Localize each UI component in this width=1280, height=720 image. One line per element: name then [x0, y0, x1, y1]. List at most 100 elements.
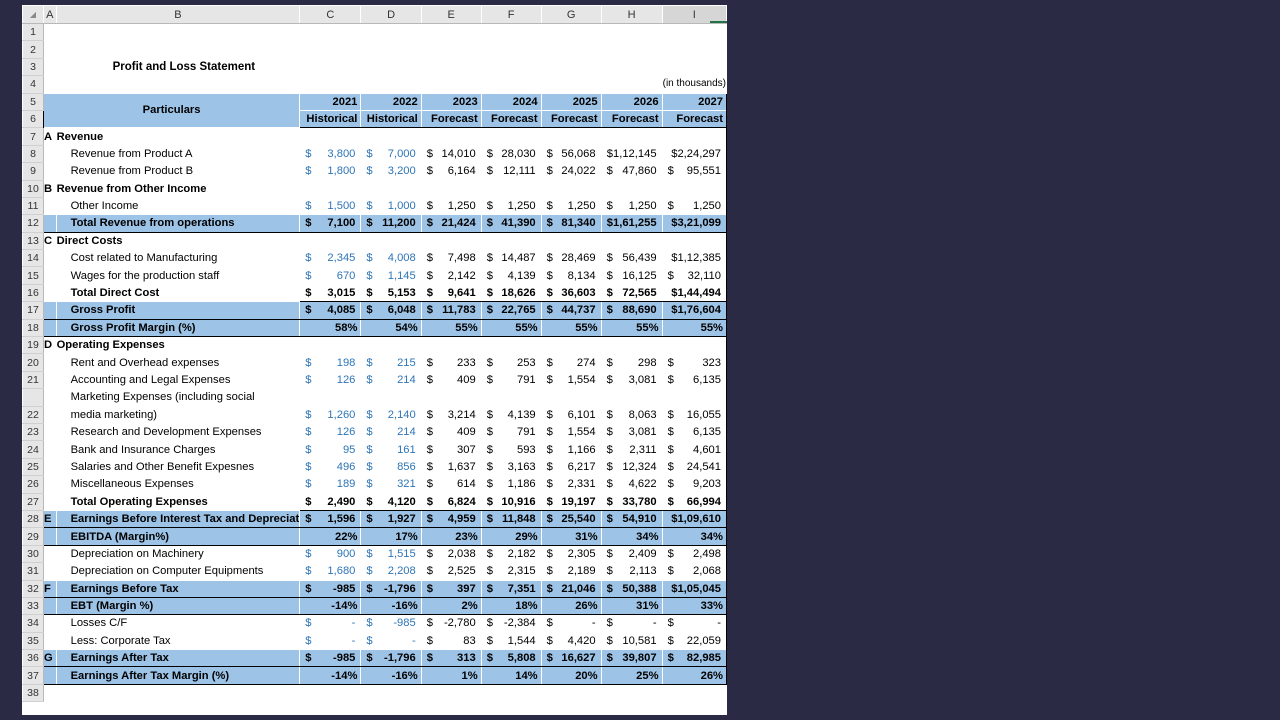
value-cell[interactable]: $44,737: [540, 301, 602, 320]
value-cell[interactable]: $10,581: [600, 632, 663, 650]
cell[interactable]: [541, 58, 601, 75]
row-header[interactable]: 27: [22, 493, 44, 511]
value-cell[interactable]: $2,068: [661, 562, 727, 580]
value-cell[interactable]: -16%: [360, 666, 422, 685]
value-cell[interactable]: $1,250: [420, 197, 482, 215]
value-cell[interactable]: $95: [299, 440, 361, 459]
column-header-e[interactable]: E: [421, 5, 482, 24]
value-cell[interactable]: $397: [420, 579, 482, 598]
cell[interactable]: [662, 58, 726, 75]
row-header[interactable]: 38: [22, 684, 44, 703]
value-cell[interactable]: $ -985: [299, 649, 361, 668]
value-cell[interactable]: $161: [360, 440, 422, 459]
value-cell[interactable]: 14%: [480, 666, 542, 685]
value-cell[interactable]: $2,142: [420, 266, 482, 285]
cell[interactable]: [601, 76, 662, 93]
value-cell[interactable]: [420, 232, 482, 250]
value-cell[interactable]: $12,324: [600, 458, 663, 476]
value-cell[interactable]: $2,315: [480, 562, 542, 580]
column-header-g[interactable]: G: [541, 5, 602, 24]
value-cell[interactable]: 34%: [661, 527, 727, 546]
value-cell[interactable]: $ -1,796: [360, 579, 422, 598]
value-cell[interactable]: $2,311: [600, 440, 663, 459]
row-header[interactable]: 19: [22, 336, 44, 355]
value-cell[interactable]: 25%: [600, 666, 663, 685]
value-cell[interactable]: $ -: [299, 614, 361, 633]
value-cell[interactable]: [481, 684, 541, 701]
value-cell[interactable]: $1,260: [299, 406, 361, 424]
value-cell[interactable]: 23%: [420, 527, 482, 546]
value-cell[interactable]: $1,250: [661, 197, 727, 215]
value-cell[interactable]: $21,046: [540, 579, 602, 598]
value-cell[interactable]: $4,601: [661, 440, 727, 459]
value-cell[interactable]: 29%: [480, 527, 542, 546]
value-cell[interactable]: $856: [360, 458, 422, 476]
value-cell[interactable]: [661, 127, 727, 146]
row-header[interactable]: 36: [22, 649, 44, 668]
row-header[interactable]: 22: [22, 406, 44, 424]
value-cell[interactable]: [480, 180, 542, 198]
row-header[interactable]: 33: [22, 597, 44, 616]
value-cell[interactable]: $2,189: [540, 562, 602, 580]
row-header[interactable]: 32: [22, 580, 44, 598]
value-cell[interactable]: $2,208: [360, 562, 422, 580]
value-cell[interactable]: $593: [480, 440, 542, 459]
value-cell[interactable]: $4,139: [480, 266, 542, 285]
value-cell[interactable]: $2,24,297: [661, 145, 727, 163]
value-cell[interactable]: $1,250: [480, 197, 542, 215]
value-cell[interactable]: $ -985: [360, 614, 422, 633]
value-cell[interactable]: $ -: [540, 614, 602, 633]
row-header[interactable]: 30: [22, 545, 44, 564]
value-cell[interactable]: $21,424: [420, 214, 482, 233]
value-cell[interactable]: $2,038: [420, 545, 482, 563]
value-cell[interactable]: [661, 180, 727, 198]
value-cell[interactable]: $3,21,099: [661, 214, 727, 233]
cell[interactable]: [56, 41, 300, 58]
value-cell[interactable]: $900: [299, 545, 361, 563]
value-cell[interactable]: $6,164: [420, 162, 482, 181]
row-header[interactable]: 8: [22, 145, 44, 164]
row-header[interactable]: 34: [22, 614, 44, 633]
value-cell[interactable]: $9,641: [420, 283, 482, 303]
cell-grid[interactable]: ◢ A B C D E F G H I 1 2 3 Profit and Loss Statement 4(…: [22, 5, 727, 703]
value-cell[interactable]: [540, 388, 602, 407]
value-cell[interactable]: $1,544: [480, 632, 542, 650]
cell[interactable]: [300, 24, 361, 41]
value-cell[interactable]: [600, 336, 663, 354]
value-cell[interactable]: $298: [600, 353, 663, 372]
cell[interactable]: [662, 24, 726, 41]
value-cell[interactable]: $16,055: [661, 406, 727, 424]
value-cell[interactable]: $670: [299, 266, 361, 285]
value-cell[interactable]: [299, 336, 361, 354]
value-cell[interactable]: $1,500: [299, 197, 361, 215]
value-cell[interactable]: $16,627: [540, 649, 602, 668]
value-cell[interactable]: [360, 180, 422, 198]
value-cell[interactable]: $1,145: [360, 266, 422, 285]
value-cell[interactable]: $56,068: [540, 145, 602, 163]
value-cell[interactable]: $189: [299, 475, 361, 494]
cell[interactable]: [601, 41, 662, 58]
row-header[interactable]: 3: [22, 58, 44, 77]
value-cell[interactable]: $22,765: [480, 301, 542, 320]
row-header[interactable]: 20: [22, 353, 44, 372]
value-cell[interactable]: [299, 127, 361, 146]
value-cell[interactable]: $ -2,780: [420, 614, 482, 633]
value-cell[interactable]: $3,163: [480, 458, 542, 476]
row-header[interactable]: 13: [22, 232, 44, 251]
value-cell[interactable]: $1,554: [540, 371, 602, 389]
value-cell[interactable]: $6,135: [661, 371, 727, 389]
cell[interactable]: [43, 24, 56, 41]
value-cell[interactable]: [540, 127, 602, 146]
value-cell[interactable]: $28,030: [480, 145, 542, 163]
value-cell[interactable]: $54,910: [600, 509, 663, 529]
cell[interactable]: [421, 24, 481, 41]
value-cell[interactable]: [541, 684, 601, 701]
value-cell[interactable]: $1,250: [540, 197, 602, 215]
value-cell[interactable]: $214: [360, 371, 422, 389]
cell[interactable]: [43, 76, 56, 93]
value-cell[interactable]: $4,120: [360, 492, 422, 511]
value-cell[interactable]: $7,100: [299, 214, 361, 233]
value-cell[interactable]: $ -: [360, 632, 422, 650]
value-cell[interactable]: 17%: [360, 527, 422, 546]
value-cell[interactable]: $1,44,494: [661, 283, 727, 303]
